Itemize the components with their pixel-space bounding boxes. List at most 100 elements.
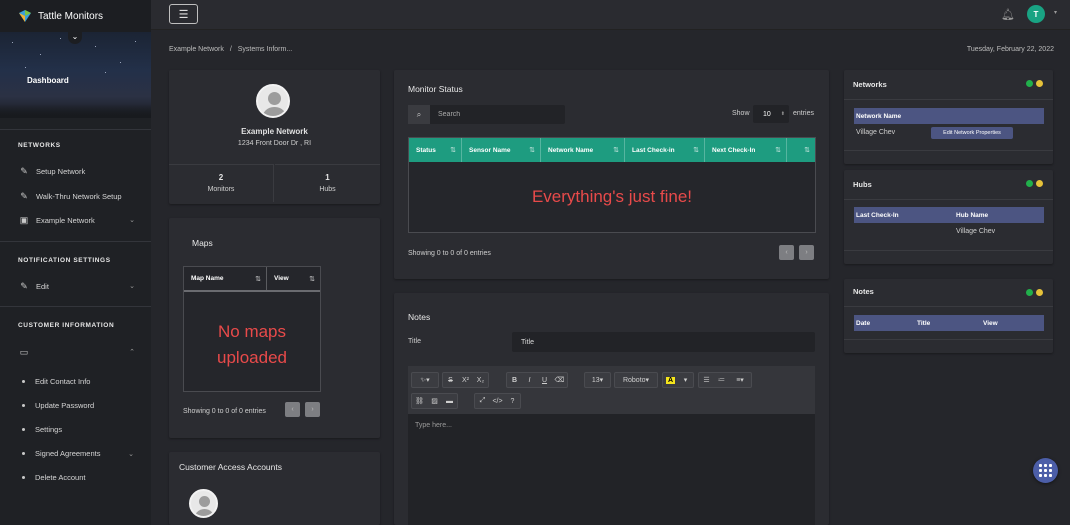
hub-row-name[interactable]: Village Chev	[956, 228, 995, 235]
rich-text-editor[interactable]: ✨︎▾ S X² X₂ B I U ⌫ 13 ▾ Roboto ▾ A ▾ ☰ …	[408, 366, 815, 525]
search-icon: ⌕	[408, 105, 430, 124]
sidebar-sub-label: Update Password	[35, 401, 95, 410]
sidebar-sub-settings[interactable]: Settings	[22, 425, 62, 434]
italic-icon[interactable]: I	[522, 373, 537, 387]
eraser-icon[interactable]: ⌫	[552, 373, 567, 387]
subscript-icon[interactable]: X₂	[473, 373, 488, 387]
title-input[interactable]: Title	[512, 332, 815, 352]
chevron-up-icon: ⌃	[129, 349, 135, 356]
link-icon[interactable]: ⛓︎	[412, 394, 427, 408]
sidebar-hero: ⌄ Dashboard	[0, 32, 151, 118]
avatar	[256, 84, 290, 118]
sidebar-item-example-network[interactable]: ▣ Example Network ⌄	[0, 211, 151, 229]
col-last-check-in[interactable]: Last Check-In	[856, 212, 899, 219]
font-family-value: Roboto	[622, 376, 646, 384]
code-view-icon[interactable]: </>	[490, 394, 505, 408]
sidebar-sub-edit-contact-info[interactable]: Edit Contact Info	[22, 377, 90, 386]
monitors-count: 2	[218, 173, 224, 182]
image-icon[interactable]: ▨	[427, 394, 442, 408]
column-label: Map Name	[191, 275, 224, 282]
sidebar-item-walkthru[interactable]: ✎ Walk-Thru Network Setup	[0, 187, 151, 205]
col-view[interactable]: View	[983, 320, 998, 327]
network-row-name[interactable]: Village Chev	[856, 129, 895, 136]
magic-wand-icon[interactable]: ✨︎▾	[412, 373, 438, 387]
bold-icon[interactable]: B	[507, 373, 522, 387]
prev-page-button[interactable]: ‹	[285, 402, 300, 417]
font-size-select[interactable]: 13 ▾	[585, 373, 610, 387]
entries-label: entries	[793, 110, 815, 117]
bullet-list-icon[interactable]: ☰	[699, 373, 714, 387]
text-style-group: B I U ⌫	[506, 372, 568, 388]
ordered-list-icon[interactable]: ≔	[714, 373, 729, 387]
status-indicators	[1026, 180, 1043, 187]
font-family-select[interactable]: Roboto ▾	[615, 373, 657, 387]
view-group: ⤢ </> ?	[474, 393, 521, 409]
col-status[interactable]: Status ⇅	[409, 138, 462, 162]
collapse-chevron-icon[interactable]: ⌄	[68, 32, 82, 44]
sidebar-sub-update-password[interactable]: Update Password	[22, 401, 94, 410]
col-network-name[interactable]: Network Name	[856, 113, 901, 120]
network-address: 1234 Front Door Dr , RI	[237, 140, 312, 147]
col-network-name[interactable]: Network Name ⇅	[541, 138, 625, 162]
dashboard-link[interactable]: Dashboard	[27, 76, 69, 85]
hubs-table-header: Last Check-In Hub Name	[854, 207, 1044, 223]
align-icon[interactable]: ≡▾	[729, 373, 751, 387]
col-map-name[interactable]: Map Name ⇅	[184, 267, 267, 290]
column-label: View	[274, 275, 289, 282]
sidebar-item-label: Example Network	[36, 215, 95, 225]
maps-title: Maps	[192, 238, 213, 248]
col-date[interactable]: Date	[856, 320, 870, 327]
col-last-check-in[interactable]: Last Check-in ⇅	[625, 138, 705, 162]
col-next-check-in[interactable]: Next Check-In ⇅	[705, 138, 787, 162]
sidebar-item-edit[interactable]: ✎ Edit ⌄	[0, 277, 151, 295]
video-icon[interactable]: ▬	[442, 394, 457, 408]
help-icon[interactable]: ?	[505, 394, 520, 408]
color-group: A ▾	[662, 372, 694, 388]
chevron-down-icon[interactable]: ▾	[1054, 9, 1057, 16]
underline-icon[interactable]: U	[537, 373, 552, 387]
sidebar-sub-signed-agreements[interactable]: Signed Agreements ⌄	[22, 449, 134, 458]
col-view[interactable]: View ⇅	[267, 267, 320, 290]
prev-page-button[interactable]: ‹	[779, 245, 794, 260]
bullet-icon	[22, 380, 25, 383]
sidebar-item-label: Walk-Thru Network Setup	[36, 191, 122, 201]
edit-network-properties-button[interactable]: Edit Network Properties	[931, 127, 1013, 139]
chevron-down-icon: ⌄	[129, 283, 135, 290]
network-name: Example Network	[241, 127, 308, 136]
user-avatar[interactable]: T	[1027, 5, 1045, 23]
monitor-table: Status ⇅ Sensor Name ⇅ Network Name ⇅ La…	[408, 137, 816, 233]
search-field[interactable]	[438, 111, 558, 118]
entries-select-value: 10	[763, 110, 771, 118]
sidebar-item-customer-info[interactable]: ▭ ⌃	[0, 343, 151, 361]
superscript-icon[interactable]: X²	[458, 373, 473, 387]
next-page-button[interactable]: ›	[799, 245, 814, 260]
col-title[interactable]: Title	[917, 320, 930, 327]
maps-table-header: Map Name ⇅ View ⇅	[184, 267, 320, 292]
networks-title: Networks	[853, 80, 887, 89]
strikethrough-icon[interactable]: S	[443, 373, 458, 387]
col-extra[interactable]: ⇅	[787, 138, 815, 162]
sidebar-item-setup-network[interactable]: ✎ Setup Network	[0, 162, 151, 180]
notes-panel: Notes Date Title View	[844, 279, 1053, 353]
entries-select[interactable]: 10 ⬍	[753, 105, 789, 123]
font-family-group: Roboto ▾	[614, 372, 658, 388]
app-root: Tattle Monitors ⌄ Dashboard NETWORKS ✎ S…	[0, 0, 1070, 525]
pencil-icon: ✎	[20, 190, 28, 201]
search-input[interactable]: ⌕	[408, 105, 565, 124]
breadcrumb-root[interactable]: Example Network	[169, 46, 224, 53]
status-yellow-dot	[1036, 289, 1043, 296]
apps-grid-button[interactable]	[1033, 458, 1058, 483]
breadcrumb-current: Systems Inform...	[237, 46, 293, 53]
bell-icon[interactable]: 🔔︎	[1001, 8, 1015, 21]
sidebar-sub-delete-account[interactable]: Delete Account	[22, 473, 85, 482]
chevron-down-icon[interactable]: ▾	[678, 373, 693, 387]
next-page-button[interactable]: ›	[305, 402, 320, 417]
fullscreen-icon[interactable]: ⤢	[475, 394, 490, 408]
chevron-down-icon: ⌄	[128, 450, 134, 458]
brand[interactable]: Tattle Monitors	[0, 0, 151, 32]
col-sensor-name[interactable]: Sensor Name ⇅	[462, 138, 541, 162]
hamburger-menu-button[interactable]: ☰	[169, 4, 198, 24]
current-date: Tuesday, February 22, 2022	[966, 46, 1054, 53]
text-color-icon[interactable]: A	[663, 373, 678, 387]
col-hub-name[interactable]: Hub Name	[956, 212, 988, 219]
